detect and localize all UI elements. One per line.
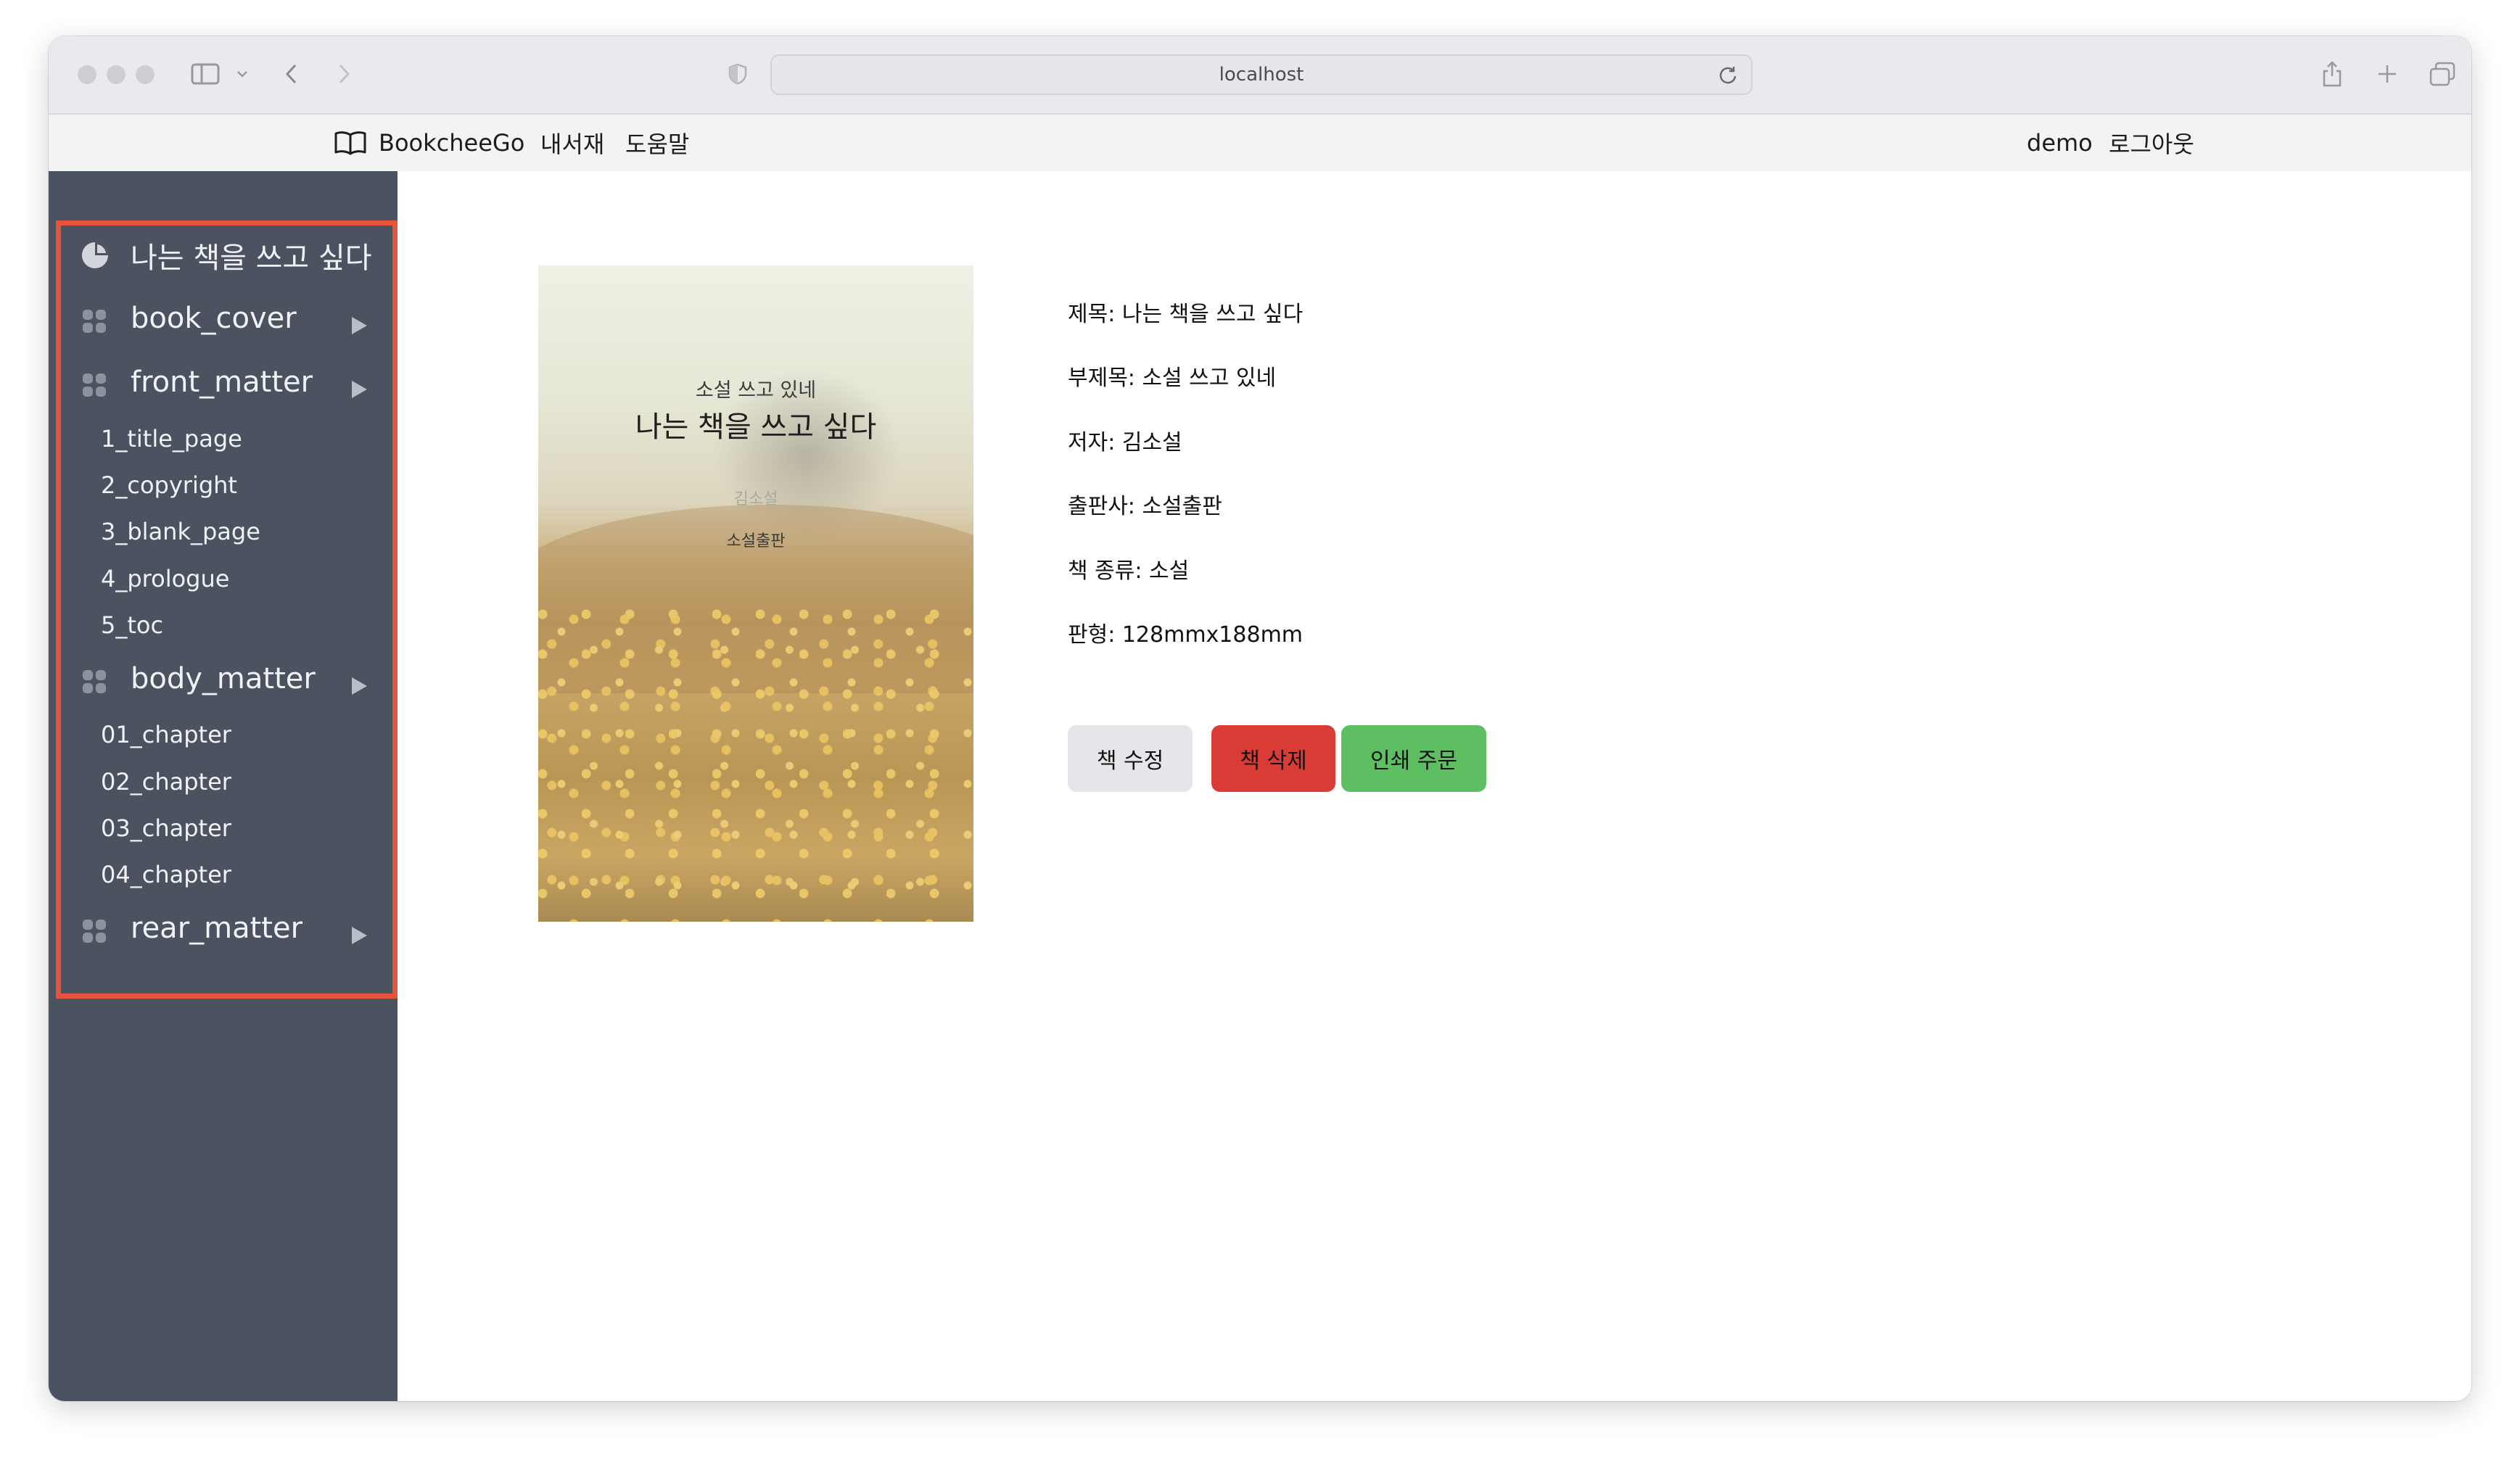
book-format-field: 판형: 128mmx188mm xyxy=(1068,622,1304,648)
forward-icon[interactable] xyxy=(333,57,355,91)
sidebar-item-chapter-04[interactable]: 04_chapter xyxy=(101,856,231,893)
drag-handle-icon[interactable] xyxy=(82,371,107,397)
expand-arrow-icon[interactable] xyxy=(350,309,368,342)
print-order-button[interactable]: 인쇄 주문 xyxy=(1341,725,1486,792)
cover-author: 김소설 xyxy=(733,490,778,508)
tab-overview-icon[interactable] xyxy=(2428,57,2457,91)
brand-name: BookcheeGo xyxy=(379,129,525,157)
browser-window: localhost BookcheeGo 내서재 도움말 demo 로그아웃 나… xyxy=(49,36,2471,1401)
pie-chart-icon xyxy=(81,241,110,270)
sidebar-book-title[interactable]: 나는 책을 쓰고 싶다 xyxy=(49,230,398,281)
url-text: localhost xyxy=(1219,64,1304,86)
sidebar-section-label: front_matter xyxy=(131,366,313,399)
sidebar-section-label: rear_matter xyxy=(131,912,303,945)
book-cover-image: 소설 쓰고 있네 나는 책을 쓰고 싶다 김소설 소설출판 xyxy=(538,265,973,922)
back-icon[interactable] xyxy=(281,57,302,91)
sidebar-section-label: book_cover xyxy=(131,302,297,335)
sidebar-section-front-matter[interactable]: front_matter xyxy=(49,357,398,408)
book-genre-field: 책 종류: 소설 xyxy=(1068,558,1190,584)
new-tab-icon[interactable] xyxy=(2374,57,2400,91)
sidebar-item-blank-page[interactable]: 3_blank_page xyxy=(101,513,260,550)
chevron-down-icon[interactable] xyxy=(234,57,250,91)
expand-arrow-icon[interactable] xyxy=(350,919,368,952)
sidebar-item-copyright[interactable]: 2_copyright xyxy=(101,467,237,503)
sidebar-item-toc[interactable]: 5_toc xyxy=(101,607,163,643)
cover-title: 나는 책을 쓰고 싶다 xyxy=(635,410,877,444)
share-icon[interactable] xyxy=(2319,57,2345,91)
sidebar-item-chapter-03[interactable]: 03_chapter xyxy=(101,810,231,846)
minimize-window-button[interactable] xyxy=(107,65,125,84)
sidebar-item-chapter-02[interactable]: 02_chapter xyxy=(101,764,231,800)
book-title-field: 제목: 나는 책을 쓰고 싶다 xyxy=(1068,302,1304,327)
book-subtitle-field: 부제목: 소설 쓰고 있네 xyxy=(1068,366,1277,391)
sidebar-item-prologue[interactable]: 4_prologue xyxy=(101,561,229,597)
cover-background-flowers xyxy=(538,606,973,922)
address-bar[interactable]: localhost xyxy=(770,54,1753,95)
drag-handle-icon[interactable] xyxy=(82,917,107,943)
browser-toolbar: localhost xyxy=(49,36,2471,115)
nav-link-library[interactable]: 내서재 xyxy=(540,115,604,171)
cover-publisher: 소설출판 xyxy=(726,532,786,550)
expand-arrow-icon[interactable] xyxy=(350,669,368,703)
sidebar-section-label: body_matter xyxy=(131,662,316,695)
reload-icon[interactable] xyxy=(1718,65,1738,90)
book-author-field: 저자: 김소설 xyxy=(1068,430,1182,455)
brand-link[interactable]: BookcheeGo xyxy=(334,115,524,171)
delete-book-button[interactable]: 책 삭제 xyxy=(1211,725,1335,792)
logout-link[interactable]: 로그아웃 xyxy=(2109,115,2194,171)
book-publisher-field: 출판사: 소설출판 xyxy=(1068,494,1222,519)
sidebar-item-title-page[interactable]: 1_title_page xyxy=(101,421,242,457)
zoom-window-button[interactable] xyxy=(136,65,155,84)
privacy-shield-icon[interactable] xyxy=(725,57,750,91)
drag-handle-icon[interactable] xyxy=(82,668,107,693)
sidebar-toggle-icon[interactable] xyxy=(189,57,221,91)
sidebar-section-rear-matter[interactable]: rear_matter xyxy=(49,903,398,954)
edit-book-button[interactable]: 책 수정 xyxy=(1068,725,1193,792)
expand-arrow-icon[interactable] xyxy=(350,373,368,406)
app-navbar: BookcheeGo 내서재 도움말 demo 로그아웃 xyxy=(49,115,2471,171)
sidebar-book-title-label: 나는 책을 쓰고 싶다 xyxy=(131,241,372,275)
sidebar-section-book-cover[interactable]: book_cover xyxy=(49,293,398,344)
user-name[interactable]: demo xyxy=(2027,115,2093,171)
book-structure-sidebar: 나는 책을 쓰고 싶다 book_cover front_matter 1_ti… xyxy=(49,171,398,1401)
drag-handle-icon[interactable] xyxy=(82,307,107,333)
nav-link-help[interactable]: 도움말 xyxy=(625,115,689,171)
open-book-icon xyxy=(334,130,367,156)
close-window-button[interactable] xyxy=(78,65,96,84)
cover-subtitle: 소설 쓰고 있네 xyxy=(695,379,817,402)
sidebar-section-body-matter[interactable]: body_matter xyxy=(49,653,398,704)
sidebar-item-chapter-01[interactable]: 01_chapter xyxy=(101,716,231,753)
